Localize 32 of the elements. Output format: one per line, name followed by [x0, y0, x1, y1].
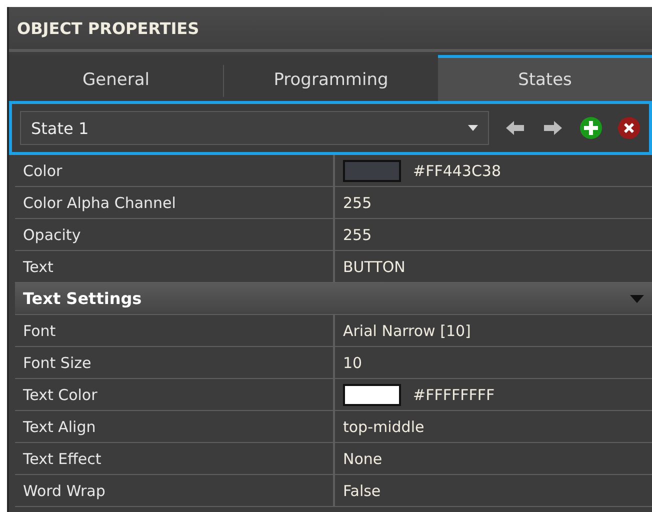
property-name: Color Alpha Channel	[15, 187, 335, 218]
property-value[interactable]: 255	[343, 194, 372, 212]
property-name: Word Wrap	[15, 475, 335, 506]
property-value[interactable]: False	[343, 482, 381, 500]
property-value[interactable]: #FF443C38	[413, 162, 502, 180]
tab[interactable]: Programming	[224, 55, 438, 101]
property-value[interactable]: None	[343, 450, 382, 468]
property-name: Color	[15, 155, 335, 186]
property-value[interactable]: Arial Narrow [10]	[343, 322, 471, 340]
property-value[interactable]: 10	[343, 354, 362, 372]
property-value[interactable]: BUTTON	[343, 258, 406, 276]
tab[interactable]: States	[438, 55, 652, 101]
property-value[interactable]: top-middle	[343, 418, 424, 436]
state-dropdown[interactable]: State 1	[20, 111, 489, 145]
panel-title: OBJECT PROPERTIES	[9, 7, 652, 52]
property-name: Text Align	[15, 411, 335, 442]
color-swatch[interactable]	[343, 384, 401, 406]
property-value[interactable]: #FFFFFFFF	[413, 386, 495, 404]
add-icon[interactable]	[579, 116, 603, 140]
color-swatch[interactable]	[343, 160, 401, 182]
caret-icon	[468, 125, 478, 131]
collapse-icon[interactable]	[630, 294, 644, 302]
delete-icon[interactable]	[617, 116, 641, 140]
property-name: Font	[15, 315, 335, 346]
section-title: Text Settings	[23, 289, 142, 308]
section-header[interactable]: Text Settings	[15, 283, 652, 315]
property-name: Text Color	[15, 379, 335, 410]
property-value[interactable]: 255	[343, 226, 372, 244]
property-name: Opacity	[15, 219, 335, 250]
tab[interactable]: General	[9, 55, 223, 101]
property-name: Font Size	[15, 347, 335, 378]
property-name: Text Effect	[15, 443, 335, 474]
